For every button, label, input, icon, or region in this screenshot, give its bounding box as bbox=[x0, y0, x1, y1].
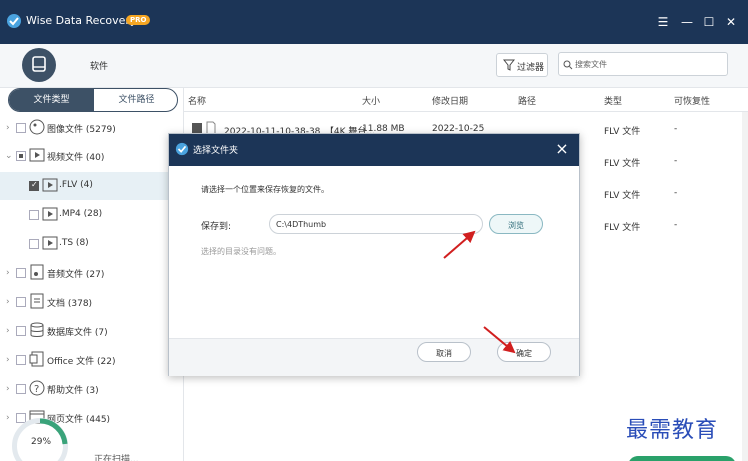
arrow-to-confirm bbox=[483, 326, 516, 354]
annotation-arrows bbox=[443, 230, 516, 354]
recover-button[interactable] bbox=[628, 456, 736, 461]
watermark: 最需教育 bbox=[626, 418, 719, 443]
arrow-to-browse bbox=[443, 230, 476, 259]
